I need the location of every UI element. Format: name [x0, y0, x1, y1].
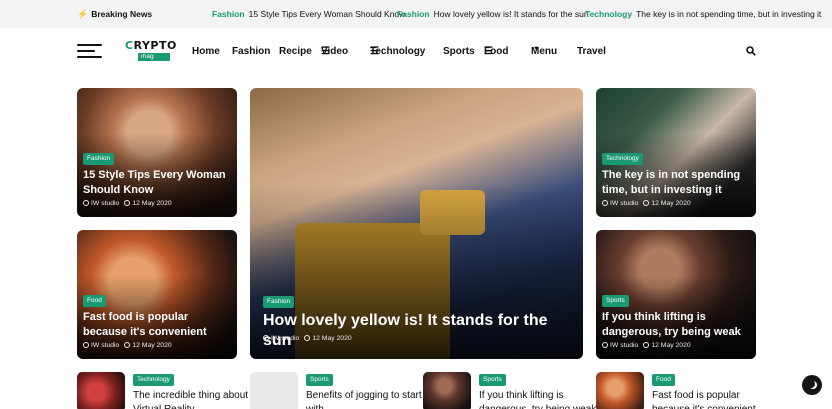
- article-thumbnail[interactable]: [596, 372, 644, 409]
- user-icon: [83, 342, 89, 348]
- ticker-item[interactable]: Technology The key is in not spending tim…: [585, 9, 821, 19]
- article-title[interactable]: Benefits of jogging to start with...: [306, 389, 426, 409]
- article-title[interactable]: The key is in not spending time, but in …: [602, 168, 752, 198]
- article-thumbnail[interactable]: [250, 372, 298, 409]
- category-badge[interactable]: Sports: [306, 374, 333, 386]
- article-title[interactable]: The incredible thing about Virtual Reali…: [133, 389, 253, 409]
- bolt-icon: ⚡: [77, 9, 89, 19]
- clock-icon: [124, 342, 131, 348]
- article-meta: IW studio 12 May 2020: [83, 200, 172, 207]
- clock-icon: [124, 200, 131, 206]
- main-navigation: CRYPTO mag Home Fashion Recipe ☰ Video ☰…: [0, 28, 832, 76]
- ticker-item[interactable]: Fashion How lovely yellow is! It stands f…: [397, 9, 589, 19]
- nav-item-sports[interactable]: Sports: [443, 46, 475, 57]
- category-badge[interactable]: Sports: [602, 295, 629, 307]
- breaking-news-label: ⚡ Breaking News: [77, 9, 153, 19]
- article-meta: IW studio 12 May 2020: [263, 335, 352, 342]
- moon-icon[interactable]: [802, 375, 822, 395]
- article-meta: IW studio 12 May 2020: [602, 200, 691, 207]
- search-icon[interactable]: [746, 46, 756, 56]
- article-card[interactable]: Sports If you think lifting is dangerous…: [596, 230, 756, 359]
- user-icon: [83, 200, 89, 206]
- category-badge[interactable]: Technology: [133, 374, 174, 386]
- category-badge[interactable]: Fashion: [263, 296, 295, 308]
- ticker-item[interactable]: Fashion 15 Style Tips Every Woman Should …: [212, 9, 405, 19]
- article-meta: IW studio 12 May 2020: [83, 342, 172, 349]
- article-thumbnail[interactable]: [423, 372, 471, 409]
- article-card[interactable]: Technology The key is in not spending ti…: [596, 88, 756, 217]
- caret-down-icon: ▼: [533, 46, 539, 52]
- clock-icon: [643, 342, 650, 348]
- article-thumbnail[interactable]: [77, 372, 125, 409]
- article-title[interactable]: If you think lifting is dangerous, try b…: [479, 389, 599, 409]
- category-badge[interactable]: Sports: [479, 374, 506, 386]
- breaking-news-ticker: ⚡ Breaking News Fashion 15 Style Tips Ever…: [0, 0, 832, 28]
- hamburger-icon[interactable]: [77, 44, 102, 58]
- article-meta: IW studio 12 May 2020: [602, 342, 691, 349]
- category-badge[interactable]: Food: [652, 374, 675, 386]
- nav-item-home[interactable]: Home: [192, 46, 220, 57]
- featured-article-card[interactable]: Fashion How lovely yellow is! It stands …: [250, 88, 583, 359]
- article-card[interactable]: Food Fast food is popular because it's c…: [77, 230, 237, 359]
- user-icon: [602, 200, 608, 206]
- user-icon: [263, 335, 269, 341]
- article-title[interactable]: Fast food is popular because it's conven…: [83, 310, 233, 340]
- nav-item-travel[interactable]: Travel: [577, 46, 606, 57]
- article-title[interactable]: 15 Style Tips Every Woman Should Know: [83, 168, 228, 198]
- category-badge[interactable]: Technology: [602, 153, 643, 165]
- category-badge[interactable]: Food: [83, 295, 106, 307]
- nav-item-recipe[interactable]: Recipe: [279, 46, 312, 57]
- nav-item-fashion[interactable]: Fashion: [232, 46, 270, 57]
- site-logo[interactable]: CRYPTO mag: [125, 40, 176, 64]
- category-badge[interactable]: Fashion: [83, 153, 115, 165]
- article-title[interactable]: How lovely yellow is! It stands for the …: [263, 311, 573, 351]
- clock-icon: [643, 200, 650, 206]
- clock-icon: [304, 335, 311, 341]
- article-title[interactable]: Fast food is popular because it's conven…: [652, 389, 772, 409]
- article-title[interactable]: If you think lifting is dangerous, try b…: [602, 310, 752, 340]
- article-card[interactable]: Fashion 15 Style Tips Every Woman Should…: [77, 88, 237, 217]
- user-icon: [602, 342, 608, 348]
